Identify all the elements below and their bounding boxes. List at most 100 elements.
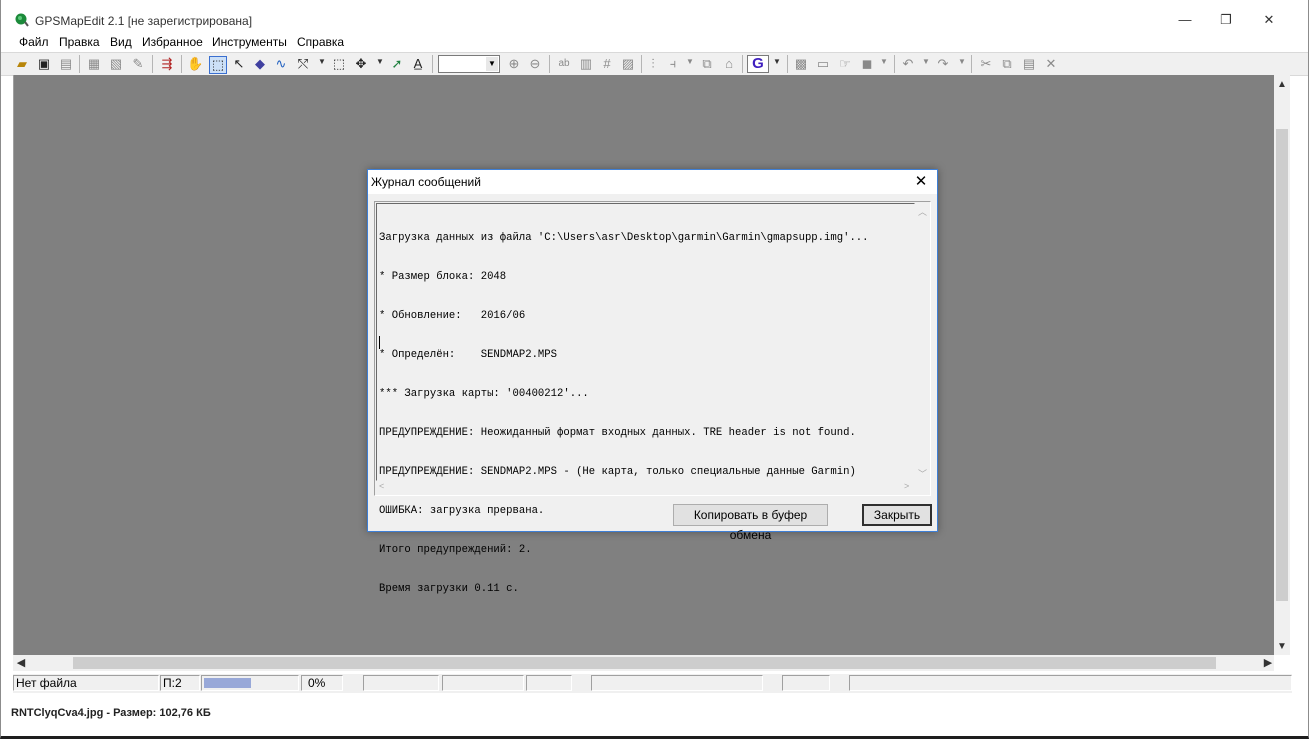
menu-file[interactable]: Файл — [19, 35, 49, 49]
zoom-in-icon[interactable]: ⊕ — [506, 56, 522, 72]
log-content: Загрузка данных из файла 'C:\Users\asr\D… — [376, 203, 915, 595]
zoom-out-icon[interactable]: ⊖ — [527, 56, 543, 72]
menu-tools[interactable]: Инструменты — [212, 35, 287, 49]
toolbar-separator — [742, 55, 743, 73]
map-properties-icon[interactable]: ✎ — [130, 56, 146, 72]
scroll-up-icon[interactable]: ︿ — [918, 205, 927, 218]
scroll-down-icon[interactable]: ▼ — [1274, 641, 1290, 652]
zoom-rect-icon[interactable]: ⬚ — [209, 56, 227, 74]
polyline-icon[interactable]: ∿ — [273, 56, 289, 72]
horizontal-scroll-thumb[interactable] — [73, 657, 1216, 669]
minimize-button[interactable]: — — [1165, 8, 1205, 32]
select-rect-icon[interactable]: ⬚ — [331, 56, 347, 72]
toolbar-separator — [641, 55, 642, 73]
redo-icon[interactable]: ↷ — [935, 56, 951, 72]
hand-pointer-icon[interactable]: ☞ — [837, 56, 853, 72]
copy-icon[interactable]: ⧉ — [999, 56, 1015, 72]
merge-icon[interactable]: ⫞ — [665, 56, 681, 72]
vertical-scrollbar[interactable]: ▲ ▼ — [1274, 75, 1290, 655]
log-line: * Размер блока: 2048 — [379, 271, 507, 283]
label-icon[interactable]: A̲ — [410, 56, 426, 72]
paste-icon[interactable]: ▤ — [1021, 56, 1037, 72]
import-icon[interactable]: ▦ — [86, 56, 102, 72]
log-line: * Обновление: 2016/06 — [379, 310, 526, 322]
vertical-scroll-thumb[interactable] — [1276, 129, 1288, 601]
title-bar: GPSMapEdit 2.1 [не зарегистрирована] — ❐… — [1, 0, 1308, 32]
menu-edit[interactable]: Правка — [59, 35, 100, 49]
message-log-dialog: Журнал сообщений ✕ Загрузка данных из фа… — [367, 169, 938, 595]
dropdown-arrow-icon[interactable]: ▼ — [318, 57, 326, 66]
menu-view[interactable]: Вид — [110, 35, 132, 49]
zoom-combo[interactable]: ▼ — [438, 55, 500, 73]
scroll-right-icon[interactable]: > — [904, 481, 909, 491]
fill-icon[interactable]: ◼ — [859, 56, 875, 72]
progress-fill — [204, 678, 251, 688]
scroll-left-icon[interactable]: < — [379, 481, 384, 491]
map-icon[interactable]: ▩ — [793, 56, 809, 72]
hand-icon[interactable]: ✋ — [187, 56, 203, 72]
toolbar-separator — [971, 55, 972, 73]
delete-icon[interactable]: ✕ — [1043, 56, 1059, 72]
dropdown-arrow-icon[interactable]: ▼ — [773, 57, 781, 66]
cut-icon[interactable]: ✂ — [978, 56, 994, 72]
scroll-down-icon[interactable]: ﹀ — [918, 467, 927, 480]
toolbar-separator — [79, 55, 80, 73]
log-line: ПРЕДУПРЕЖДЕНИЕ: SENDMAP2.MPS - (Не карта… — [379, 466, 856, 478]
copy-objects-icon[interactable]: ⧉ — [699, 56, 715, 72]
polygon-icon[interactable]: ◆ — [252, 56, 268, 72]
status-panel — [782, 675, 830, 691]
scroll-up-icon[interactable]: ▲ — [1274, 79, 1290, 90]
grid-icon[interactable]: # — [599, 56, 615, 72]
undo-icon[interactable]: ↶ — [900, 56, 916, 72]
menu-favorites[interactable]: Избранное — [142, 35, 203, 49]
status-progress — [201, 675, 299, 691]
chevron-down-icon[interactable]: ▼ — [486, 57, 498, 71]
split-icon[interactable]: ⫶ — [645, 56, 661, 72]
dropdown-arrow-icon[interactable]: ▼ — [958, 57, 966, 66]
open-icon[interactable]: ▰ — [14, 56, 30, 72]
save-as-icon[interactable]: ▤ — [58, 56, 74, 72]
log-lines: Загрузка данных из файла 'C:\Users\asr\D… — [379, 206, 869, 622]
garmin-icon[interactable]: G — [747, 55, 769, 73]
dropdown-arrow-icon[interactable]: ▼ — [376, 57, 384, 66]
close-icon[interactable]: ✕ — [911, 172, 931, 192]
log-textbox[interactable]: Загрузка данных из файла 'C:\Users\asr\D… — [374, 201, 931, 595]
layers-icon[interactable]: ▨ — [620, 56, 636, 72]
status-panel — [526, 675, 572, 691]
scroll-left-icon[interactable]: ◀ — [13, 655, 29, 671]
ruler-icon[interactable]: ▥ — [578, 56, 594, 72]
building-icon[interactable]: ⌂ — [721, 56, 737, 72]
restore-button[interactable]: ❐ — [1206, 8, 1246, 32]
status-panel — [591, 675, 763, 691]
route-icon[interactable]: ➚ — [389, 56, 405, 72]
horizontal-scrollbar[interactable]: ◀ ▶ — [13, 655, 1274, 671]
log-horizontal-scrollbar[interactable]: < > — [376, 481, 915, 494]
labels-icon[interactable]: ab — [556, 56, 572, 72]
scroll-right-icon[interactable]: ▶ — [1260, 655, 1276, 671]
dropdown-arrow-icon[interactable]: ▼ — [686, 57, 694, 66]
dialog-title-bar: Журнал сообщений ✕ — [368, 170, 937, 194]
close-dialog-button[interactable]: Закрыть — [862, 504, 932, 526]
export-icon[interactable]: ▧ — [108, 56, 124, 72]
dropdown-arrow-icon[interactable]: ▼ — [880, 57, 888, 66]
select-icon[interactable]: ↖ — [231, 56, 247, 72]
close-window-button[interactable]: ✕ — [1249, 8, 1289, 32]
app-window: GPSMapEdit 2.1 [не зарегистрирована] — ❐… — [0, 0, 1309, 739]
log-line: Время загрузки 0.11 с. — [379, 583, 519, 595]
page-icon[interactable]: ▭ — [815, 56, 831, 72]
node-icon[interactable]: ⤲ — [295, 56, 311, 72]
track-icon[interactable]: ⇶ — [159, 56, 175, 72]
status-panel — [442, 675, 524, 691]
status-file: Нет файла — [13, 675, 159, 691]
save-icon[interactable]: ▣ — [36, 56, 52, 72]
toolbar-separator — [894, 55, 895, 73]
menu-bar: Файл Правка Вид Избранное Инструменты Сп… — [1, 33, 1308, 51]
image-caption: RNTClyqCva4.jpg - Размер: 102,76 КБ — [11, 707, 211, 719]
status-panel — [363, 675, 439, 691]
copy-to-clipboard-button[interactable]: Копировать в буфер обмена — [673, 504, 828, 542]
move-icon[interactable]: ✥ — [353, 56, 369, 72]
menu-help[interactable]: Справка — [297, 35, 344, 49]
toolbar-separator — [181, 55, 182, 73]
log-vertical-scrollbar[interactable]: ︿ ﹀ — [915, 203, 929, 481]
dropdown-arrow-icon[interactable]: ▼ — [922, 57, 930, 66]
